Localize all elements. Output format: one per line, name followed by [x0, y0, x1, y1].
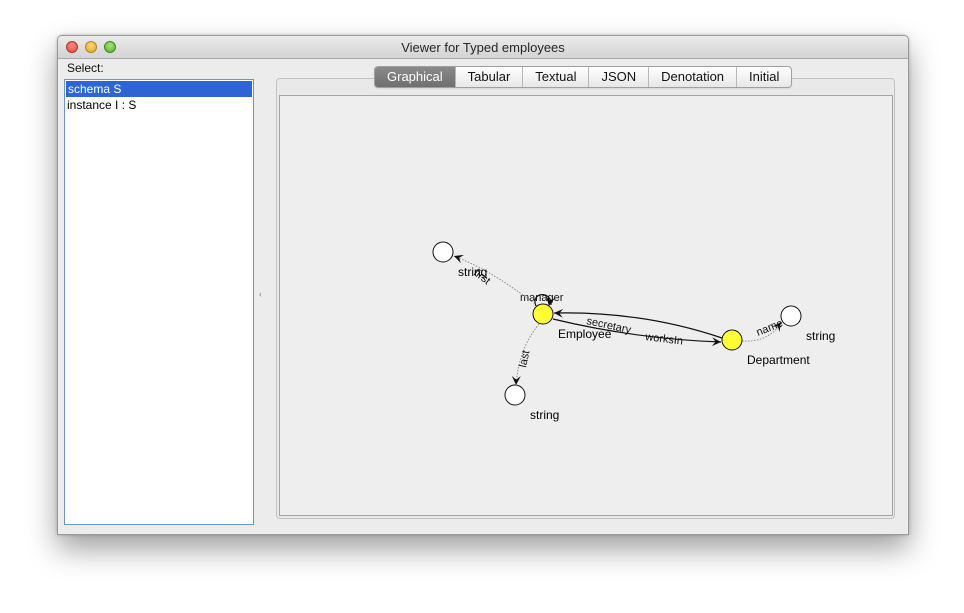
node-label-department: Department	[747, 353, 810, 367]
viewer-window: Viewer for Typed employees Select: schem…	[57, 35, 909, 535]
title-bar[interactable]: Viewer for Typed employees	[58, 36, 908, 59]
node-string_name[interactable]	[780, 305, 802, 327]
view-tabs: Graphical Tabular Textual JSON Denotatio…	[374, 66, 793, 88]
list-item-schema[interactable]: schema S	[66, 81, 252, 97]
tab-json[interactable]: JSON	[588, 67, 648, 87]
node-department[interactable]	[721, 329, 743, 351]
node-employee[interactable]	[532, 303, 554, 325]
tab-graphical[interactable]: Graphical	[375, 67, 455, 87]
tab-tabular[interactable]: Tabular	[454, 67, 523, 87]
schema-graph[interactable]: managersecretaryworksInfirstlastnameEmpl…	[280, 96, 892, 515]
tab-denotation[interactable]: Denotation	[648, 67, 736, 87]
node-label-string_first: string	[458, 265, 487, 279]
selection-list[interactable]: schema S instance I : S	[64, 79, 254, 525]
node-string_last[interactable]	[504, 384, 526, 406]
tab-textual[interactable]: Textual	[522, 67, 588, 87]
edge-arrow-last	[511, 375, 521, 385]
node-string_first[interactable]	[432, 241, 454, 263]
node-label-string_last: string	[530, 408, 559, 422]
select-label: Select:	[67, 61, 104, 75]
node-label-string_name: string	[806, 329, 835, 343]
edge-label-last: last	[517, 349, 532, 368]
edge-label-worksIn: worksIn	[644, 331, 684, 348]
list-item-instance[interactable]: instance I : S	[65, 97, 253, 113]
tab-initial[interactable]: Initial	[736, 67, 791, 87]
edge-label-name: name	[755, 317, 785, 338]
graph-canvas[interactable]: manager secretary worksIn first last name Empl…	[279, 95, 893, 516]
split-pane-divider[interactable]: ‹	[259, 289, 262, 299]
node-label-employee: Employee	[558, 327, 612, 341]
window-title: Viewer for Typed employees	[401, 40, 565, 55]
